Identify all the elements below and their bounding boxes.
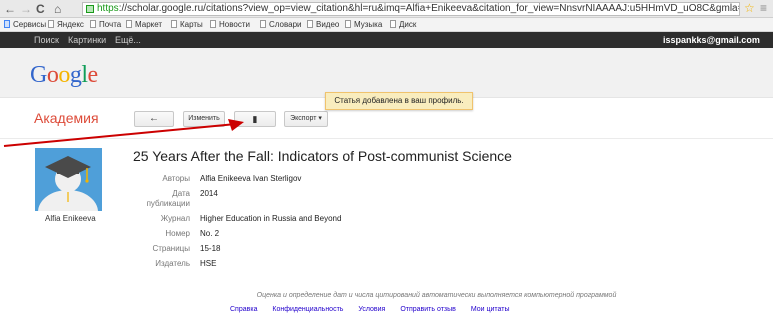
page-icon	[210, 20, 216, 28]
page-icon	[390, 20, 396, 28]
field-value-date: 2014	[200, 189, 218, 198]
field-label-issue: Номер	[165, 229, 190, 238]
field-label-journal: Журнал	[160, 214, 190, 223]
bookmark-item[interactable]: Новости	[210, 18, 250, 32]
bookmark-item[interactable]: Почта	[90, 18, 121, 32]
bookmark-item[interactable]: Видео	[307, 18, 339, 32]
author-name[interactable]: Alfia Enikeeva	[45, 214, 96, 223]
field-label-publisher: Издатель	[155, 259, 190, 268]
logo-letter: o	[58, 62, 70, 88]
field-value-issue: No. 2	[200, 229, 220, 238]
article-title[interactable]: 25 Years After the Fall: Indicators of P…	[133, 148, 512, 164]
gbar-item-search[interactable]: Поиск	[34, 32, 59, 48]
bookmark-item[interactable]: Маркет	[126, 18, 162, 32]
export-button[interactable]: Экспорт ▾	[284, 111, 328, 127]
notification-message: Статья добавлена в ваш профиль.	[325, 92, 473, 110]
arrow-head	[228, 119, 244, 131]
footer-links: Справка Конфиденциальность Условия Отпра…	[230, 306, 523, 313]
bookmark-item[interactable]: Карты	[171, 18, 203, 32]
field-value-authors: Alfia Enikeeva Ivan Sterligov	[200, 174, 302, 183]
apps-icon	[4, 20, 10, 28]
footer-link-privacy[interactable]: Конфиденциальность	[272, 306, 343, 313]
logo-letter: e	[87, 62, 99, 88]
field-label-authors: Авторы	[162, 174, 190, 183]
page-icon	[48, 20, 54, 28]
field-label-date: Дата публикации	[146, 189, 190, 208]
page-icon	[260, 20, 266, 28]
url-scheme: https	[97, 3, 119, 14]
page-icon	[126, 20, 132, 28]
disclaimer-text: Оценка и определение дат и числа цитиров…	[256, 292, 617, 299]
menu-icon[interactable]: ≡	[760, 1, 767, 15]
footer-link-terms[interactable]: Условия	[358, 306, 385, 313]
lock-icon	[86, 5, 94, 13]
logo-header: Google	[0, 48, 773, 98]
field-label-pages: Страницы	[152, 244, 190, 253]
logo-letter: G	[30, 62, 47, 88]
field-value-pages: 15-18	[200, 244, 221, 253]
browser-forward-icon[interactable]: →	[20, 1, 32, 17]
browser-address-bar: ← → C ⌂ https://scholar.google.ru/citati…	[0, 0, 773, 18]
annotation-arrow	[3, 119, 244, 147]
account-email[interactable]: isspankks@gmail.com	[663, 32, 760, 48]
arrow-line	[3, 123, 237, 147]
footer-link-help[interactable]: Справка	[230, 306, 257, 313]
page-icon	[171, 20, 177, 28]
logo-letter: g	[69, 62, 82, 88]
bookmarks-bar: Сервисы Яндекс Почта Маркет Карты Новост…	[0, 18, 773, 32]
browser-back-icon[interactable]: ←	[4, 1, 16, 17]
footer-link-feedback[interactable]: Отправить отзыв	[400, 306, 456, 313]
bookmark-item[interactable]: Словари	[260, 18, 302, 32]
page-icon	[345, 20, 351, 28]
url-field[interactable]: https://scholar.google.ru/citations?view…	[82, 2, 740, 16]
gbar-item-more[interactable]: Ещё...	[115, 32, 141, 48]
field-value-publisher: HSE	[200, 259, 217, 268]
gbar-item-images[interactable]: Картинки	[68, 32, 106, 48]
url-rest: ://scholar.google.ru/citations?view_op=v…	[118, 3, 740, 14]
graduate-avatar-icon	[38, 156, 98, 211]
browser-reload-icon[interactable]: C	[36, 1, 45, 17]
page-icon	[90, 20, 96, 28]
star-icon[interactable]: ☆	[744, 1, 755, 15]
bookmark-item[interactable]: Музыка	[345, 18, 382, 32]
google-top-bar: Поиск Картинки Ещё... isspankks@gmail.co…	[0, 32, 773, 48]
bookmark-item[interactable]: Диск	[390, 18, 416, 32]
bookmark-item-apps[interactable]: Сервисы	[4, 18, 46, 32]
logo-letter: o	[46, 62, 59, 88]
page-icon	[307, 20, 313, 28]
bookmark-item[interactable]: Яндекс	[48, 18, 84, 32]
google-logo[interactable]: Google	[30, 62, 98, 89]
browser-home-icon[interactable]: ⌂	[54, 1, 61, 17]
footer-link-my-citations[interactable]: Мои цитаты	[471, 306, 510, 313]
field-value-journal: Higher Education in Russia and Beyond	[200, 214, 342, 223]
avatar[interactable]	[35, 148, 102, 211]
